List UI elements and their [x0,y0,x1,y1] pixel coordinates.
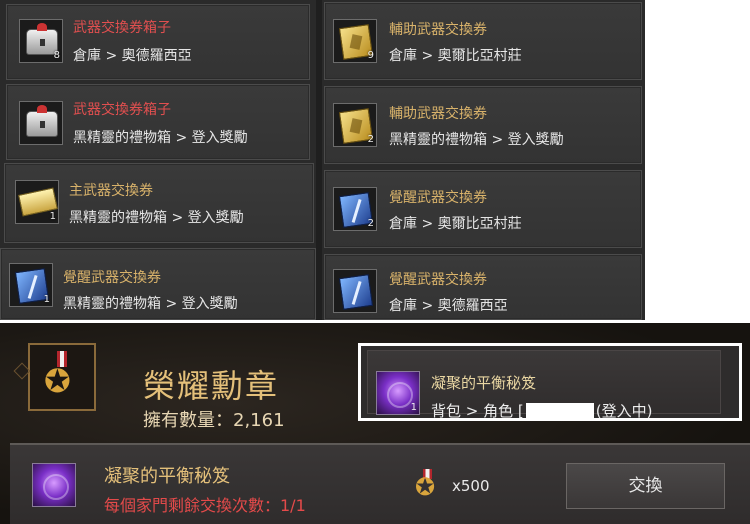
medal-exchange-panel: ✪ 榮耀勳章 擁有數量：2,161 1 凝聚的平衡秘笈 背包 > 角色 [ (登入… [0,323,750,524]
item-location: 倉庫 > 奧爾比亞村莊 [389,48,522,64]
location-suffix: (登入中) [595,402,653,420]
list-item[interactable]: 2 覺醒武器交換券 倉庫 > 奧爾比亞村莊 [324,170,642,248]
item-location: 倉庫 > 奧德羅西亞 [73,48,192,64]
awakening-coupon-icon [333,269,377,313]
medal-icon: ✪ [28,343,96,411]
chest-icon [19,101,63,145]
coupon-icon: 9 [333,19,377,63]
list-item[interactable]: 9 輔助武器交換券 倉庫 > 奧爾比亞村莊 [324,2,642,80]
page-title: 榮耀勳章 [143,367,280,405]
tooltip-item-name: 凝聚的平衡秘笈 [431,374,537,392]
item-name: 輔助武器交換券 [389,22,487,38]
exchange-row: 凝聚的平衡秘笈 每個家門剩餘交換次數：1/1 ✪ x500 交換 [10,443,750,524]
coupon-icon: 2 [333,103,377,147]
medal-cost-icon: ✪ [414,469,442,503]
item-name: 武器交換券箱子 [73,20,171,36]
item-name: 覺醒武器交換券 [389,190,487,206]
item-location: 黑精靈的禮物箱 > 登入獎勵 [69,210,244,226]
item-count: 2 [367,134,374,145]
list-item[interactable]: 覺醒武器交換券 倉庫 > 奧德羅西亞 [324,254,642,320]
awakening-coupon-icon: 1 [9,263,53,307]
list-item[interactable]: 1 主武器交換券 黑精靈的禮物箱 > 登入獎勵 [4,163,314,243]
item-location: 倉庫 > 奧爾比亞村莊 [389,216,522,232]
secret-book-icon [32,463,76,507]
redacted-character-name [525,402,594,421]
item-count: 1 [49,211,56,222]
list-item[interactable]: 8 武器交換券箱子 倉庫 > 奧德羅西亞 [6,4,310,80]
chest-icon: 8 [19,19,63,63]
item-name: 覺醒武器交換券 [63,270,161,286]
item-location: 黑精靈的禮物箱 > 登入獎勵 [63,296,238,312]
item-count: 9 [367,50,374,61]
owned-count: 擁有數量：2,161 [143,410,285,431]
item-location: 黑精靈的禮物箱 > 登入獎勵 [389,132,564,148]
item-name: 輔助武器交換券 [389,106,487,122]
item-name: 武器交換券箱子 [73,102,171,118]
awakening-coupon-icon: 2 [333,187,377,231]
item-count: 1 [410,402,417,413]
item-count: 2 [367,218,374,229]
exchange-limit: 每個家門剩餘交換次數：1/1 [104,496,306,515]
exchange-item-name: 凝聚的平衡秘笈 [104,466,230,487]
scroll-icon: 1 [15,180,59,224]
column-divider [316,0,322,320]
item-list-panel: 8 武器交換券箱子 倉庫 > 奧德羅西亞 武器交換券箱子 黑精靈的禮物箱 > 登… [0,0,645,320]
exchange-cost: x500 [452,477,490,495]
item-location: 倉庫 > 奧德羅西亞 [389,298,508,314]
list-item[interactable]: 2 輔助武器交換券 黑精靈的禮物箱 > 登入獎勵 [324,86,642,164]
list-item[interactable]: 武器交換券箱子 黑精靈的禮物箱 > 登入獎勵 [6,84,310,160]
item-count: 8 [53,50,60,61]
item-location: 黑精靈的禮物箱 > 登入獎勵 [73,130,248,146]
item-name: 主武器交換券 [69,183,153,199]
exchange-button[interactable]: 交換 [566,463,725,509]
item-count: 1 [43,294,50,305]
list-item[interactable]: 1 覺醒武器交換券 黑精靈的禮物箱 > 登入獎勵 [0,248,316,320]
location-prefix: 背包 > 角色 [ [431,402,524,420]
item-name: 覺醒武器交換券 [389,272,487,288]
tooltip-item-location: 背包 > 角色 [ (登入中) [431,400,652,421]
item-location-tooltip: 1 凝聚的平衡秘笈 背包 > 角色 [ (登入中) [358,343,742,421]
secret-book-icon: 1 [376,371,420,415]
screenshot-root: 8 武器交換券箱子 倉庫 > 奧德羅西亞 武器交換券箱子 黑精靈的禮物箱 > 登… [0,0,750,524]
